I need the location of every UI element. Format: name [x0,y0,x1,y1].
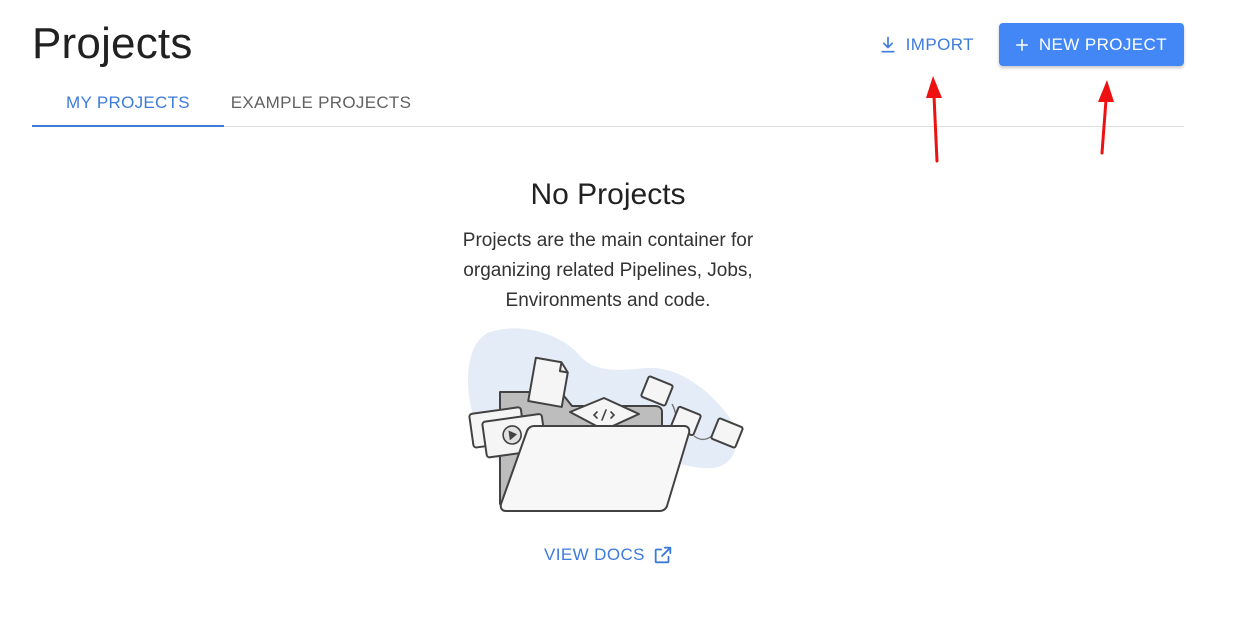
empty-state-description: Projects are the main container for orga… [462,230,754,311]
page-title: Projects [32,19,193,68]
download-icon [878,35,898,55]
open-in-new-icon [652,544,674,566]
project-tabs: MY PROJECTS EXAMPLE PROJECTS [32,80,1184,127]
plus-icon [1013,36,1031,54]
import-button-label: IMPORT [905,34,974,54]
view-docs-link[interactable]: VIEW DOCS [544,544,674,566]
tab-my-projects-label: MY PROJECTS [66,93,190,112]
new-project-button-label: NEW PROJECT [1038,34,1167,54]
tab-my-projects[interactable]: MY PROJECTS [32,80,224,127]
empty-projects-illustration [462,326,752,516]
empty-state: No Projects Projects are the main contai… [0,175,1216,316]
import-button[interactable]: IMPORT [866,23,986,66]
tab-example-projects[interactable]: EXAMPLE PROJECTS [224,80,418,126]
header-actions: IMPORT NEW PROJECT [866,23,1184,66]
tab-example-projects-label: EXAMPLE PROJECTS [230,93,412,112]
empty-state-title: No Projects [530,178,686,211]
view-docs-label: VIEW DOCS [544,545,645,564]
new-project-button[interactable]: NEW PROJECT [998,23,1184,66]
